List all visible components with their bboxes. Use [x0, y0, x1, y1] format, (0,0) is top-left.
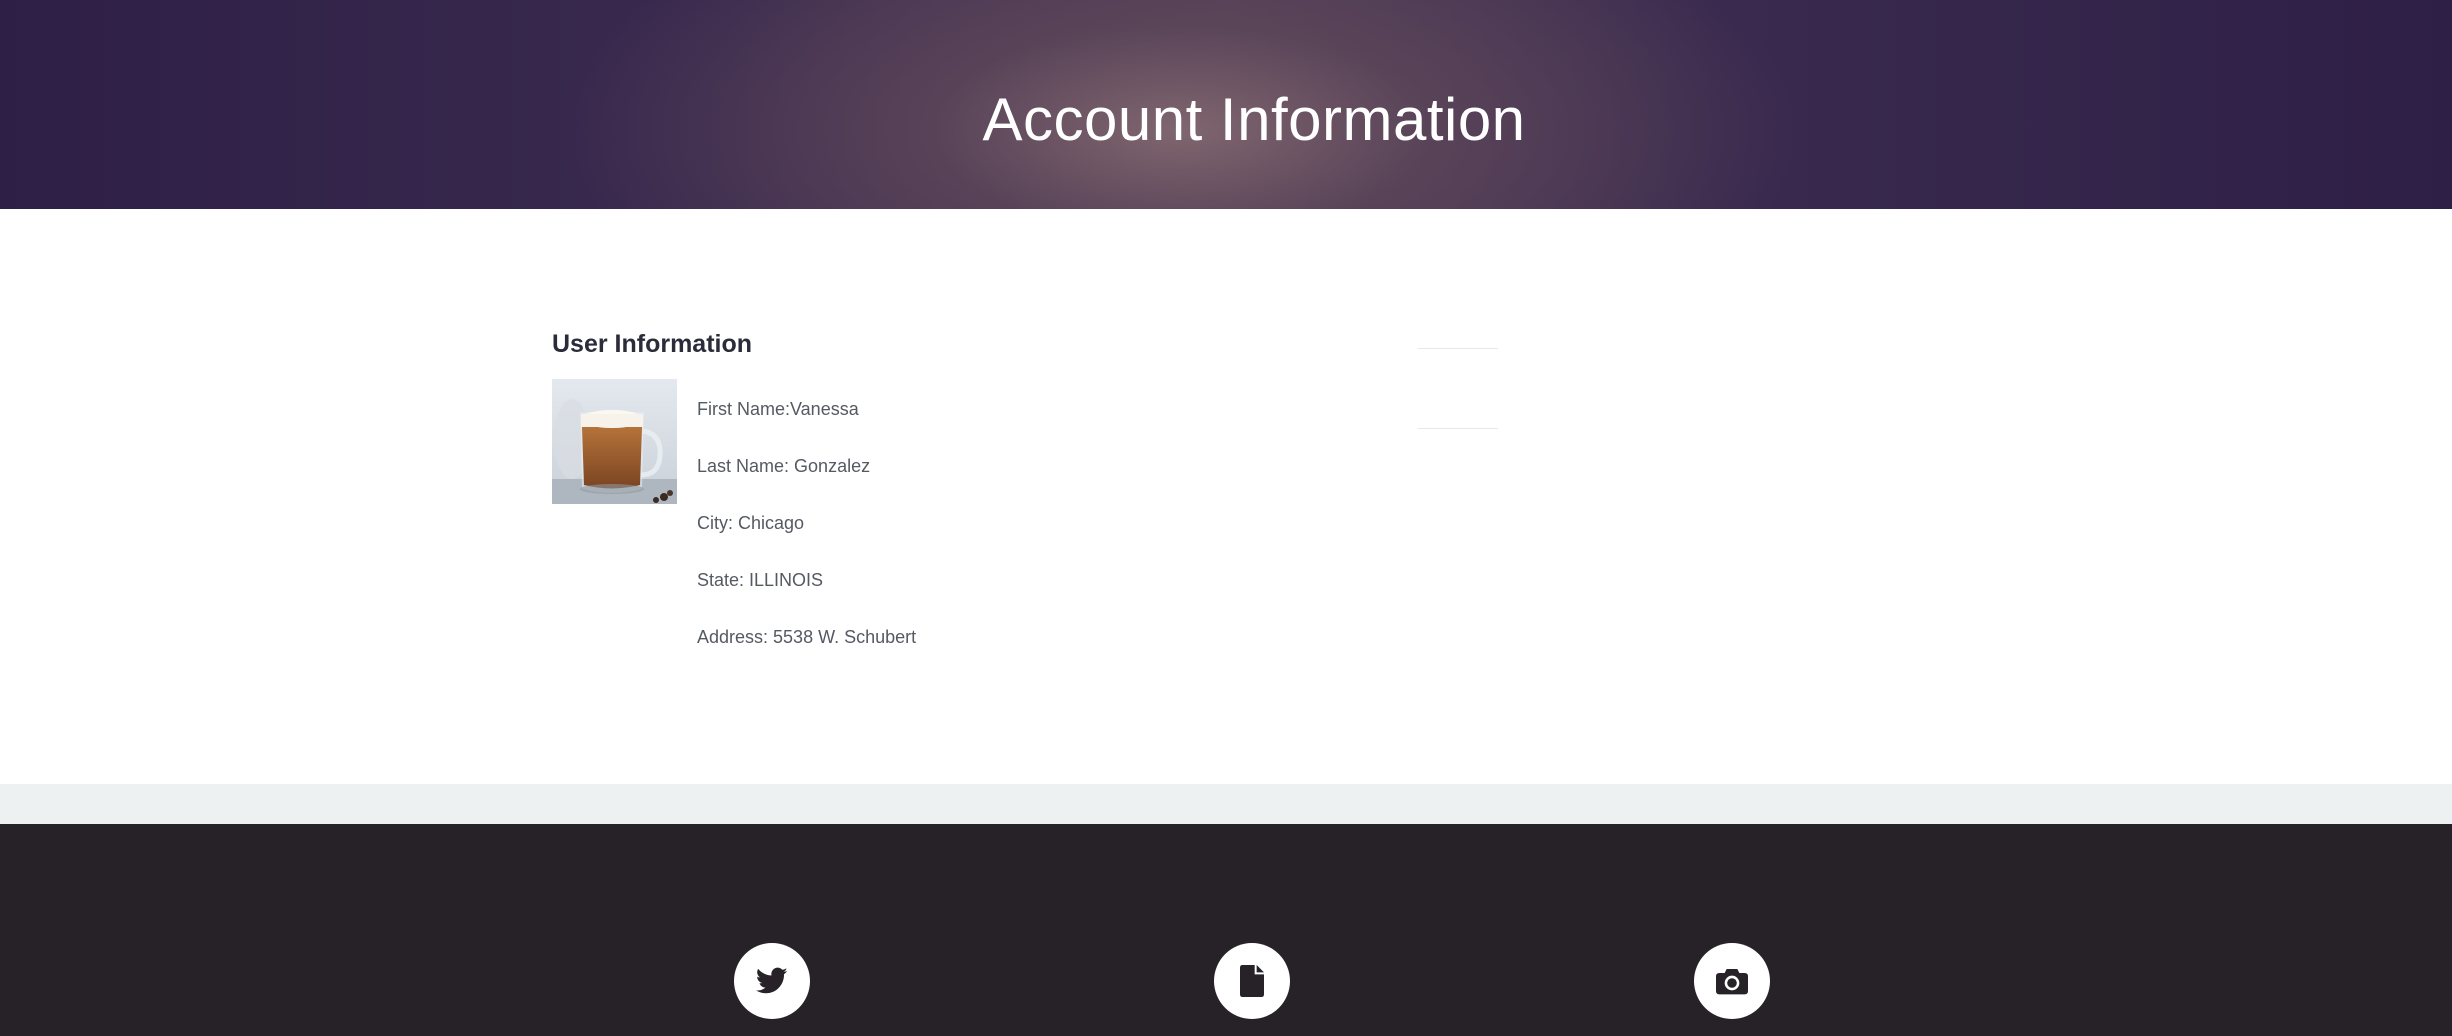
- footer-separator-band: [0, 784, 2452, 824]
- document-icon: [1240, 965, 1264, 997]
- city-field: City: Chicago: [697, 513, 805, 533]
- document-link[interactable]: [1214, 943, 1290, 1019]
- last-name-field: Last Name: Gonzalez: [697, 456, 871, 476]
- page-footer: [0, 824, 2452, 1036]
- camera-icon: [1716, 967, 1748, 995]
- main-content: User Information First Name:Vanessa Last…: [0, 209, 2452, 784]
- user-information-heading: User Information: [552, 330, 753, 358]
- coffee-mug-image: [552, 379, 677, 504]
- user-details-list: First Name:Vanessa Last Name: Gonzalez C…: [697, 381, 916, 666]
- camera-link[interactable]: [1694, 943, 1770, 1019]
- state-field: State: ILLINOIS: [697, 570, 824, 590]
- twitter-icon: [756, 967, 788, 995]
- page-header: Account Information: [0, 0, 2452, 209]
- divider: [1418, 348, 1498, 349]
- page-title: Account Information: [982, 86, 1526, 153]
- user-photo: [552, 379, 677, 504]
- address-field: Address: 5538 W. Schubert: [697, 627, 917, 647]
- first-name-field: First Name:Vanessa: [697, 399, 859, 419]
- twitter-link[interactable]: [734, 943, 810, 1019]
- divider: [1418, 428, 1498, 429]
